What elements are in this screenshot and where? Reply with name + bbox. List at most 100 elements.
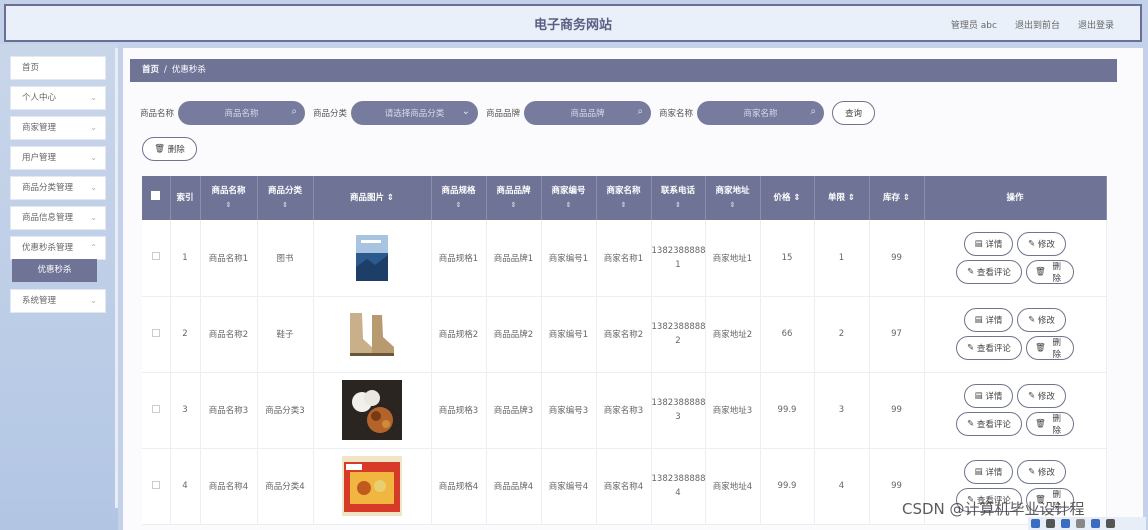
cell-spec: 商品规格1	[431, 220, 487, 297]
delete-button[interactable]: 🗑 删除	[1026, 412, 1074, 436]
pencil-icon: ✎	[967, 419, 977, 429]
batch-delete-button[interactable]: 🗑 删除	[142, 137, 197, 161]
row-checkbox[interactable]	[151, 328, 160, 337]
doc-icon: ▤	[974, 467, 986, 477]
pencil-icon: ✎	[1028, 467, 1038, 477]
col-phone[interactable]: 联系电话 ⇕	[651, 176, 706, 220]
chevron-down-icon: ⌄	[90, 123, 97, 132]
cell-category: 商品分类3	[257, 372, 314, 449]
brand-search-input[interactable]: 商品品牌 ⌕	[524, 101, 652, 125]
sidebar-item-users[interactable]: 用户管理 ⌄	[10, 146, 106, 170]
sidebar-item-flashsale[interactable]: 优惠秒杀管理 ⌃	[10, 236, 106, 260]
col-shop-name[interactable]: 商家名称 ⇕	[596, 176, 652, 220]
goto-front-link[interactable]: 退出到前台	[1015, 18, 1060, 31]
select-all-checkbox[interactable]	[151, 191, 161, 200]
cell-shop-name: 商家名称3	[596, 372, 652, 449]
sidebar-item-system[interactable]: 系统管理 ⌄	[10, 289, 106, 313]
cell-brand: 商品品牌1	[486, 220, 542, 297]
row-checkbox[interactable]	[151, 404, 160, 413]
row-checkbox-cell[interactable]	[142, 220, 171, 297]
sidebar-scrollbar[interactable]	[115, 48, 118, 508]
row-checkbox-cell[interactable]	[142, 296, 171, 373]
col-shop-no[interactable]: 商家编号 ⇕	[541, 176, 597, 220]
ime-tray	[1028, 517, 1146, 530]
cell-category: 鞋子	[257, 296, 314, 373]
table-row: 2 商品名称2 鞋子 商品规格2 商品品牌2 商家编号1 商家名称2 1382388888 2 商…	[142, 296, 1107, 373]
food-thumbnail	[342, 380, 402, 440]
detail-button[interactable]: ▤ 详情	[964, 308, 1013, 332]
select-all-cell[interactable]	[142, 176, 171, 220]
cell-image	[313, 448, 432, 525]
pencil-icon: ✎	[1028, 238, 1038, 249]
col-name[interactable]: 商品名称 ⇕	[200, 176, 258, 220]
cell-image	[313, 296, 432, 373]
cell-stock: 99	[869, 220, 925, 297]
col-image[interactable]: 商品图片 ⇕	[313, 176, 432, 220]
cell-spec: 商品规格3	[431, 372, 487, 449]
breadcrumb: 首页 / 优惠秒杀	[130, 59, 1117, 82]
col-category[interactable]: 商品分类 ⇕	[257, 176, 314, 220]
col-stock[interactable]: 库存 ⇕	[869, 176, 925, 220]
col-address[interactable]: 商家地址 ⇕	[705, 176, 761, 220]
col-limit[interactable]: 单限 ⇕	[814, 176, 870, 220]
sidebar-item-goods[interactable]: 商品信息管理 ⌄	[10, 206, 106, 230]
search-icon: ⌕	[810, 106, 817, 117]
detail-button[interactable]: ▤ 详情	[964, 231, 1013, 256]
breadcrumb-home[interactable]: 首页	[142, 65, 159, 75]
pencil-icon: ✎	[1028, 315, 1038, 325]
view-reviews-button[interactable]: ✎ 查看评论	[956, 412, 1022, 436]
query-button[interactable]: 查询	[832, 101, 876, 125]
col-price[interactable]: 价格 ⇕	[760, 176, 815, 220]
category-select[interactable]: 请选择商品分类 ⌄	[351, 101, 479, 125]
main-content: 首页 / 优惠秒杀 商品名称 商品名称 ⌕ 商品分类 请选择商品分类 ⌄ 商品品牌 商品…	[123, 48, 1143, 530]
edit-button[interactable]: ✎ 修改	[1017, 384, 1066, 408]
doc-icon: ▤	[974, 315, 986, 325]
cell-price: 15	[760, 220, 815, 297]
edit-button[interactable]: ✎ 修改	[1017, 460, 1066, 484]
header-links: 管理员 abc 退出到前台 退出登录	[951, 18, 1114, 31]
col-brand[interactable]: 商品品牌 ⇕	[486, 176, 542, 220]
cell-price: 66	[760, 296, 815, 373]
cell-phone: 1382388888 4	[651, 448, 706, 525]
cell-name: 商品名称3	[200, 372, 258, 449]
row-checkbox-cell[interactable]	[142, 448, 171, 525]
top-header: 电子商务网站 管理员 abc 退出到前台 退出登录	[4, 4, 1142, 42]
col-spec[interactable]: 商品规格 ⇕	[431, 176, 487, 220]
detail-button[interactable]: ▤ 详情	[964, 384, 1013, 408]
delete-button[interactable]: 🗑 删除	[1026, 336, 1074, 360]
cell-shop-no: 商家编号4	[541, 448, 597, 525]
table-row: 3 商品名称3 商品分类3 商品规格3 商品品牌3 商家编号3 商家名称3 138238888…	[142, 372, 1107, 449]
cell-address: 商家地址2	[705, 296, 761, 373]
detail-button[interactable]: ▤ 详情	[964, 460, 1013, 484]
logout-link[interactable]: 退出登录	[1078, 18, 1114, 31]
name-search-input[interactable]: 商品名称 ⌕	[178, 101, 306, 125]
row-checkbox[interactable]	[151, 252, 160, 261]
cell-brand: 商品品牌3	[486, 372, 542, 449]
shop-search-input[interactable]: 商家名称 ⌕	[697, 101, 825, 125]
sidebar-item-category[interactable]: 商品分类管理 ⌄	[10, 176, 106, 200]
pencil-icon: ✎	[1028, 391, 1038, 401]
row-checkbox-cell[interactable]	[142, 372, 171, 449]
cell-phone: 1382388888 2	[651, 296, 706, 373]
edit-button[interactable]: ✎ 修改	[1017, 231, 1066, 256]
table-row: 1 商品名称1 图书 商品规格1 商品品牌1 商家编号1 商家名称1 1382388888 1 商…	[142, 220, 1107, 297]
boots-thumbnail	[350, 313, 394, 356]
flashsale-table: 索引 商品名称 ⇕ 商品分类 ⇕ 商品图片 ⇕ 商品规格 ⇕ 商品品牌 ⇕ 商家编号 ⇕ …	[142, 176, 1107, 525]
cell-shop-no: 商家编号1	[541, 296, 597, 373]
col-index: 索引	[170, 176, 201, 220]
admin-user-label: 管理员 abc	[950, 21, 997, 31]
delete-button[interactable]: 🗑 删除	[1026, 259, 1074, 284]
row-checkbox[interactable]	[151, 480, 160, 489]
cell-limit: 3	[814, 372, 870, 449]
sidebar-item-home[interactable]: 首页	[10, 56, 106, 80]
edit-button[interactable]: ✎ 修改	[1017, 308, 1066, 332]
sidebar-subitem-flashsale[interactable]: 优惠秒杀	[12, 259, 97, 282]
chevron-up-icon: ⌃	[90, 243, 97, 252]
view-reviews-button[interactable]: ✎ 查看评论	[956, 259, 1022, 284]
col-ops: 操作	[924, 176, 1107, 220]
sidebar-item-profile[interactable]: 个人中心 ⌄	[10, 86, 106, 110]
cell-name: 商品名称1	[200, 220, 258, 297]
view-reviews-button[interactable]: ✎ 查看评论	[956, 336, 1022, 360]
doc-icon: ▤	[974, 238, 986, 249]
sidebar-item-shops[interactable]: 商家管理 ⌄	[10, 116, 106, 140]
